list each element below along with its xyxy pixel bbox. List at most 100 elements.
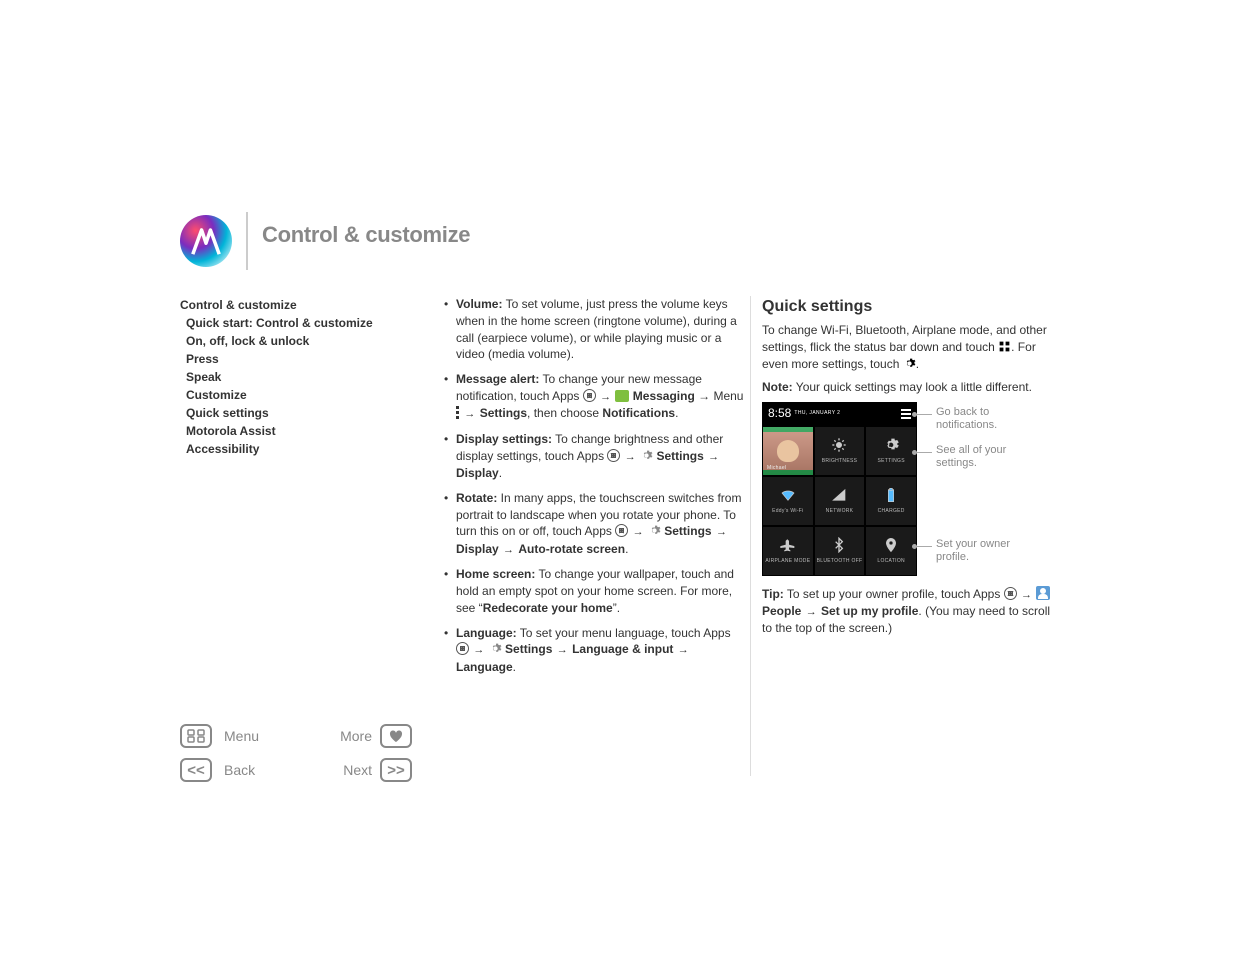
- menu-label: Menu: [224, 728, 294, 744]
- path-label: Display: [456, 466, 499, 480]
- path-label: Language & input: [572, 642, 673, 656]
- tile-label: AIRPLANE MODE: [765, 558, 810, 565]
- text: To set up your owner profile, touch Apps: [784, 587, 1004, 601]
- quick-settings-heading: Quick settings: [762, 296, 1062, 318]
- toc-item[interactable]: Customize: [180, 386, 420, 404]
- bullet-label: Volume:: [456, 297, 502, 311]
- bullet-text: .: [625, 542, 628, 556]
- bullet-home-screen: Home screen: To change your wallpaper, t…: [438, 566, 744, 616]
- bullet-text: .: [513, 660, 516, 674]
- tile-location: LOCATION: [865, 526, 917, 576]
- toc-item[interactable]: On, off, lock & unlock: [180, 332, 420, 350]
- toc-sidebar: Control & customize Quick start: Control…: [180, 296, 420, 458]
- tile-label: LOCATION: [877, 558, 905, 565]
- bullet-message-alert: Message alert: To change your new messag…: [438, 371, 744, 423]
- bullet-label: Message alert:: [456, 372, 539, 386]
- gear-icon: [640, 449, 653, 462]
- quick-settings-intro: To change Wi-Fi, Bluetooth, Airplane mod…: [762, 322, 1062, 372]
- menu-dots-icon: [456, 406, 460, 420]
- arrow-icon: →: [716, 525, 727, 540]
- bullet-label: Language:: [456, 626, 517, 640]
- path-label: People: [762, 604, 801, 618]
- tile-label: BLUETOOTH OFF: [817, 558, 863, 565]
- path-label: Settings: [505, 642, 552, 656]
- arrow-icon: →: [557, 643, 568, 658]
- arrow-icon: →: [625, 450, 636, 465]
- tile-settings: SETTINGS: [865, 426, 917, 476]
- bullet-display-settings: Display settings: To change brightness a…: [438, 431, 744, 482]
- status-time: 8:58: [768, 405, 791, 422]
- bullet-text: To set your menu language, touch Apps: [517, 626, 731, 640]
- quick-settings-figure: 8:58 THU, JANUARY 2 Michael BRIGHTNESS: [762, 402, 1062, 576]
- motorola-logo: [180, 215, 232, 267]
- arrow-icon: →: [600, 390, 611, 405]
- menu-button[interactable]: [180, 724, 212, 748]
- arrow-icon: →: [678, 643, 689, 658]
- callout-line: [914, 546, 932, 547]
- bullet-text: .: [499, 466, 502, 480]
- callout-line: [914, 414, 932, 415]
- path-label: Notifications: [602, 406, 675, 420]
- bluetooth-icon: [830, 536, 848, 554]
- path-label: Auto-rotate screen: [518, 542, 625, 556]
- toc-item[interactable]: Quick start: Control & customize: [180, 314, 420, 332]
- arrow-icon: →: [464, 407, 475, 422]
- bullet-language: Language: To set your menu language, tou…: [438, 625, 744, 676]
- toc-item[interactable]: Press: [180, 350, 420, 368]
- tile-label: CHARGED: [878, 508, 905, 515]
- toc-item[interactable]: Motorola Assist: [180, 422, 420, 440]
- back-button[interactable]: <<: [180, 758, 212, 782]
- apps-icon: [1004, 587, 1017, 600]
- content-column-left: Volume: To set volume, just press the vo…: [438, 296, 744, 684]
- back-label: Back: [224, 762, 294, 778]
- tile-label: BRIGHTNESS: [822, 458, 858, 465]
- tile-brightness: BRIGHTNESS: [814, 426, 866, 476]
- gear-icon: [648, 524, 661, 537]
- tile-airplane: AIRPLANE MODE: [762, 526, 814, 576]
- arrow-icon: →: [1021, 588, 1032, 603]
- path-label: Redecorate your home: [483, 601, 613, 615]
- next-label: Next: [302, 762, 372, 778]
- battery-icon: [882, 486, 900, 504]
- tile-label: Michael: [767, 465, 786, 472]
- status-date: THU, JANUARY 2: [794, 410, 840, 417]
- quick-settings-tip: Tip: To set up your owner profile, touch…: [762, 586, 1062, 638]
- path-label: Set up my profile: [821, 604, 918, 618]
- path-label: Display: [456, 542, 499, 556]
- bullet-text: .: [675, 406, 678, 420]
- arrow-icon: →: [633, 525, 644, 540]
- toc-item[interactable]: Quick settings: [180, 404, 420, 422]
- signal-icon: [830, 486, 848, 504]
- airplane-icon: [779, 536, 797, 554]
- arrow-icon: →: [708, 450, 719, 465]
- path-label: Settings: [664, 524, 711, 538]
- tile-bluetooth: BLUETOOTH OFF: [814, 526, 866, 576]
- next-button[interactable]: >>: [380, 758, 412, 782]
- tile-owner: Michael: [762, 426, 814, 476]
- arrow-icon: →: [806, 605, 817, 620]
- gear-icon: [903, 357, 916, 370]
- tile-label: NETWORK: [826, 508, 854, 515]
- brightness-icon: [830, 436, 848, 454]
- bullet-rotate: Rotate: In many apps, the touchscreen sw…: [438, 490, 744, 558]
- bullet-label: Display settings:: [456, 432, 552, 446]
- content-column-right: Quick settings To change Wi-Fi, Bluetoot…: [762, 296, 1062, 643]
- tile-charged: CHARGED: [865, 476, 917, 526]
- more-button[interactable]: [380, 724, 412, 748]
- path-label: Settings: [480, 406, 527, 420]
- apps-icon: [583, 389, 596, 402]
- callout-line: [914, 452, 932, 453]
- tile-label: Eddy's Wi-Fi: [772, 508, 804, 515]
- toc-h1[interactable]: Control & customize: [180, 296, 420, 314]
- more-label: More: [302, 728, 372, 744]
- bullet-volume: Volume: To set volume, just press the vo…: [438, 296, 744, 363]
- apps-icon: [456, 642, 469, 655]
- toc-item[interactable]: Speak: [180, 368, 420, 386]
- note-text: Your quick settings may look a little di…: [793, 380, 1032, 394]
- gear-icon: [882, 436, 900, 454]
- gear-icon: [489, 642, 502, 655]
- toc-item[interactable]: Accessibility: [180, 440, 420, 458]
- footer-nav: Menu More << Back Next >>: [180, 722, 416, 784]
- apps-icon: [615, 524, 628, 537]
- note-label: Note:: [762, 380, 793, 394]
